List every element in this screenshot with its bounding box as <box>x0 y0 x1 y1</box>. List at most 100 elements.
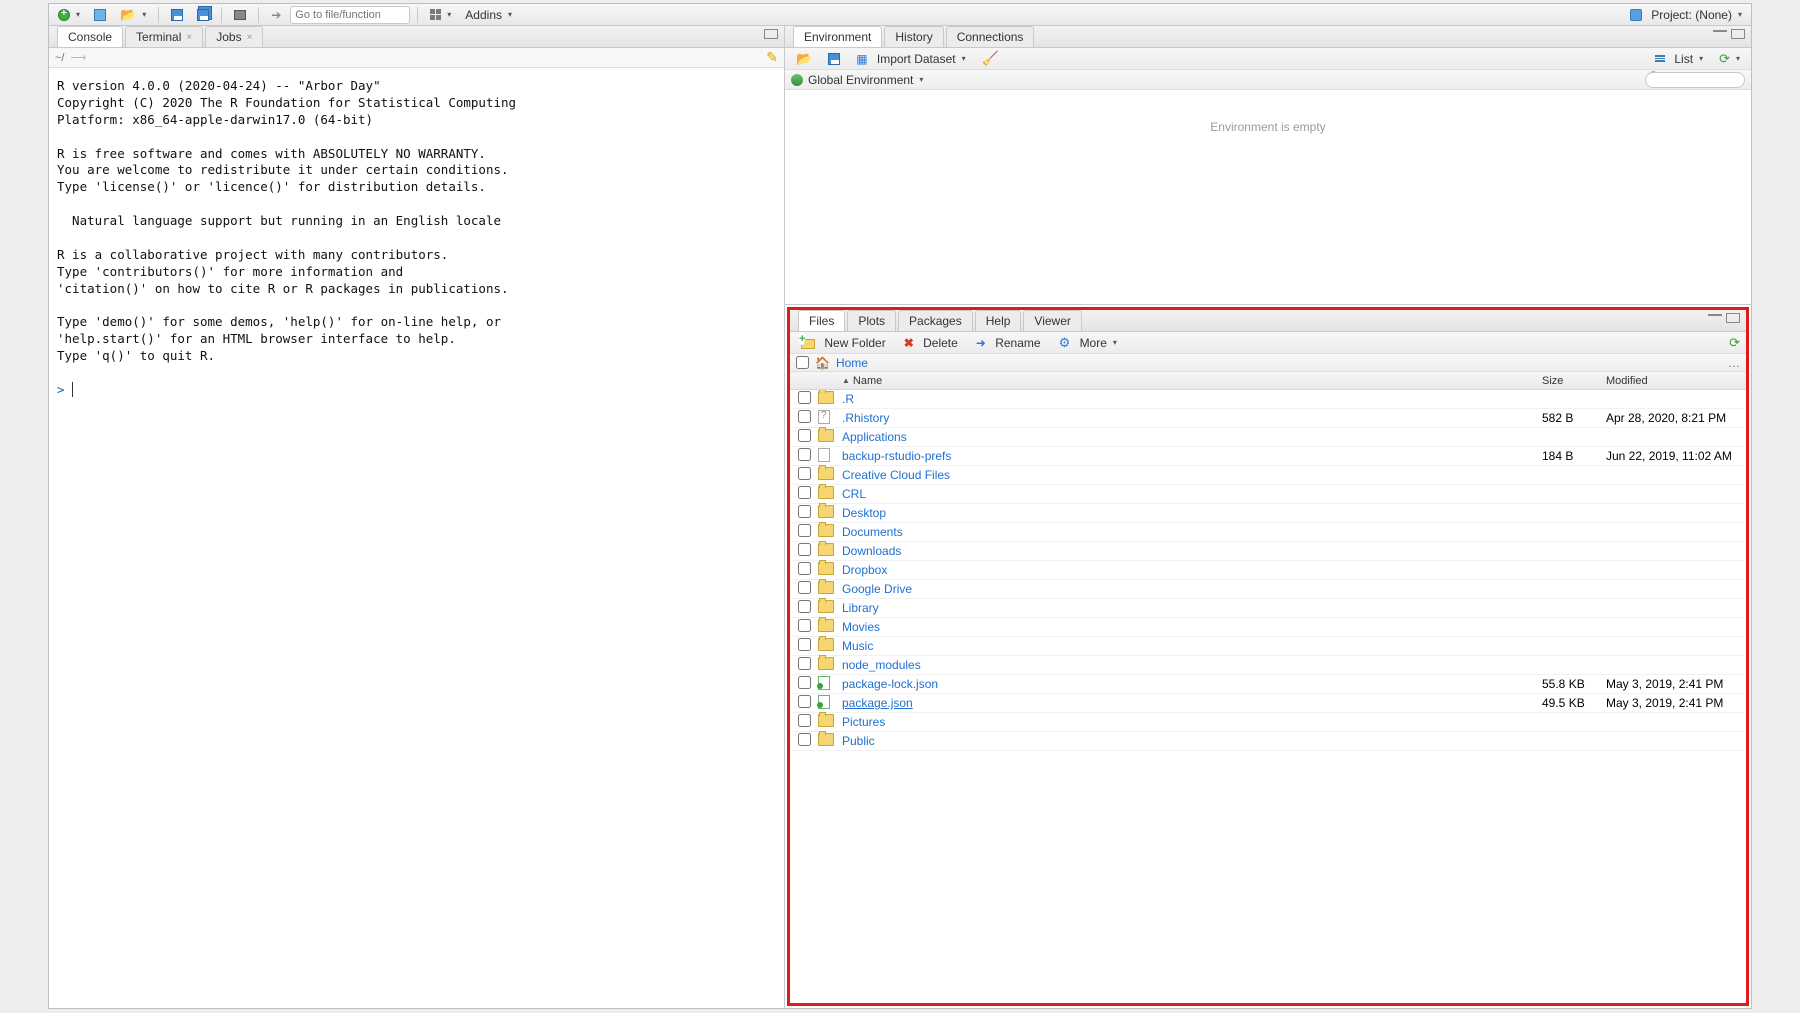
rename-button[interactable]: ➜ Rename <box>971 334 1046 352</box>
file-checkbox[interactable] <box>798 638 811 651</box>
tab-files[interactable]: Files <box>798 310 845 331</box>
project-label: Project: (None) <box>1651 8 1732 22</box>
file-name-link[interactable]: Movies <box>842 620 880 634</box>
file-name-link[interactable]: Public <box>842 734 875 748</box>
file-checkbox[interactable] <box>798 657 811 670</box>
project-menu[interactable]: Project: (None) <box>1625 6 1747 24</box>
breadcrumb-more-icon[interactable]: … <box>1728 356 1740 370</box>
clear-objects-button[interactable]: 🧹 <box>977 48 1004 69</box>
col-modified-header[interactable]: Modified <box>1606 375 1746 387</box>
file-name-link[interactable]: Creative Cloud Files <box>842 468 950 482</box>
file-checkbox[interactable] <box>798 562 811 575</box>
minimize-icon[interactable] <box>1708 313 1722 316</box>
file-row: Documents <box>790 523 1746 542</box>
goto-button[interactable]: ➔ <box>266 6 286 24</box>
view-mode-button[interactable]: List <box>1650 50 1708 68</box>
file-name-link[interactable]: Library <box>842 601 879 615</box>
tab-viewer[interactable]: Viewer <box>1023 310 1081 331</box>
file-name-link[interactable]: Documents <box>842 525 903 539</box>
file-checkbox[interactable] <box>798 600 811 613</box>
maximize-icon[interactable] <box>1726 313 1740 323</box>
file-checkbox[interactable] <box>798 429 811 442</box>
file-name-link[interactable]: package.json <box>842 696 913 710</box>
env-search-input[interactable] <box>1645 72 1745 88</box>
file-name-link[interactable]: .R <box>842 392 854 406</box>
file-name-link[interactable]: node_modules <box>842 658 921 672</box>
save-button[interactable] <box>166 7 188 23</box>
col-name-header[interactable]: ▲Name <box>840 375 1542 387</box>
more-button[interactable]: ⚙ More <box>1054 333 1122 353</box>
tab-label: Environment <box>804 30 871 44</box>
file-name-link[interactable]: .Rhistory <box>842 411 889 425</box>
close-icon[interactable]: × <box>247 32 253 43</box>
tab-packages[interactable]: Packages <box>898 310 973 331</box>
new-folder-button[interactable]: New Folder <box>796 334 891 352</box>
col-size-header[interactable]: Size <box>1542 375 1606 387</box>
new-project-button[interactable] <box>89 7 111 23</box>
file-checkbox[interactable] <box>798 695 811 708</box>
file-name-link[interactable]: Desktop <box>842 506 886 520</box>
file-checkbox[interactable] <box>798 448 811 461</box>
tab-connections[interactable]: Connections <box>946 26 1035 47</box>
tab-jobs[interactable]: Jobs× <box>205 26 263 47</box>
file-checkbox[interactable] <box>798 676 811 689</box>
refresh-button[interactable]: ⟳ <box>1714 49 1745 69</box>
file-row: Public <box>790 732 1746 751</box>
clear-console-icon[interactable]: ✎ <box>766 49 778 66</box>
maximize-icon[interactable] <box>1731 29 1745 39</box>
file-checkbox[interactable] <box>798 391 811 404</box>
breadcrumb-home[interactable]: Home <box>836 356 868 370</box>
file-checkbox[interactable] <box>798 467 811 480</box>
import-dataset-button[interactable]: ▦ Import Dataset <box>851 50 970 68</box>
folder-icon <box>818 733 834 746</box>
close-icon[interactable]: × <box>186 32 192 43</box>
tab-plots[interactable]: Plots <box>847 310 896 331</box>
file-checkbox[interactable] <box>798 543 811 556</box>
file-size: 184 B <box>1542 449 1606 463</box>
addins-button[interactable]: Addins <box>460 6 517 24</box>
load-workspace-button[interactable]: 📂 <box>791 49 817 69</box>
tab-history[interactable]: History <box>884 26 943 47</box>
delete-button[interactable]: ✖ Delete <box>899 334 963 352</box>
tab-console[interactable]: Console <box>57 26 123 47</box>
file-name-link[interactable]: Downloads <box>842 544 901 558</box>
new-file-button[interactable] <box>53 7 85 23</box>
save-icon <box>171 9 183 21</box>
print-button[interactable] <box>229 8 251 22</box>
tab-help[interactable]: Help <box>975 310 1022 331</box>
select-all-checkbox[interactable] <box>796 356 809 369</box>
env-scope-selector[interactable]: Global Environment <box>807 72 924 88</box>
minimize-icon[interactable] <box>1713 29 1727 32</box>
file-checkbox[interactable] <box>798 619 811 632</box>
home-icon[interactable]: 🏠 <box>815 356 830 370</box>
file-name-link[interactable]: Google Drive <box>842 582 912 596</box>
separator <box>258 7 259 23</box>
folder-icon <box>818 543 834 556</box>
file-checkbox[interactable] <box>798 524 811 537</box>
file-checkbox[interactable] <box>798 581 811 594</box>
file-checkbox[interactable] <box>798 714 811 727</box>
save-all-button[interactable] <box>192 7 214 23</box>
file-name-link[interactable]: package-lock.json <box>842 677 938 691</box>
file-checkbox[interactable] <box>798 410 811 423</box>
file-name-link[interactable]: Pictures <box>842 715 885 729</box>
tab-environment[interactable]: Environment <box>793 26 882 47</box>
file-name-link[interactable]: Music <box>842 639 873 653</box>
panes-button[interactable] <box>425 7 456 22</box>
open-file-button[interactable]: 📂 <box>115 5 151 25</box>
tab-terminal[interactable]: Terminal× <box>125 26 203 47</box>
file-name-link[interactable]: backup-rstudio-prefs <box>842 449 951 463</box>
refresh-files-icon[interactable]: ⟳ <box>1729 335 1740 350</box>
file-name-link[interactable]: Applications <box>842 430 907 444</box>
file-checkbox[interactable] <box>798 486 811 499</box>
goto-input[interactable] <box>290 6 410 24</box>
panes-icon <box>430 9 441 20</box>
file-checkbox[interactable] <box>798 733 811 746</box>
gear-icon: ⚙ <box>1059 335 1071 351</box>
file-name-link[interactable]: CRL <box>842 487 866 501</box>
save-workspace-button[interactable] <box>823 51 845 67</box>
file-name-link[interactable]: Dropbox <box>842 563 887 577</box>
file-checkbox[interactable] <box>798 505 811 518</box>
maximize-icon[interactable] <box>764 29 778 39</box>
console-output[interactable]: R version 4.0.0 (2020-04-24) -- "Arbor D… <box>49 68 784 1008</box>
